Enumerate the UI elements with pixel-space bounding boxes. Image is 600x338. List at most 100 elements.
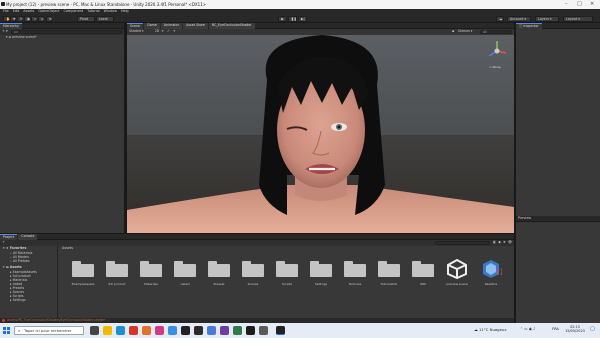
rect-tool-icon[interactable]: ▭ (31, 16, 37, 22)
menu-component[interactable]: Component (63, 9, 83, 13)
gizmos-dropdown[interactable]: Gizmos ▾ (458, 30, 480, 33)
asset-item[interactable]: full product (100, 259, 134, 295)
tab-game[interactable]: Game (144, 22, 160, 29)
app-icon[interactable] (142, 326, 151, 335)
asset-item[interactable]: TutorialInfo (372, 259, 406, 295)
play-button[interactable]: ▶ (278, 16, 287, 22)
asset-store-tab-label: Asset Store (186, 22, 205, 27)
asset-item[interactable]: Textures (338, 259, 372, 295)
app-icon[interactable] (220, 326, 229, 335)
move-tool-icon[interactable]: ✥ (10, 16, 16, 22)
scale-tool-icon[interactable]: ▣ (24, 16, 30, 22)
menu-file[interactable]: File (3, 9, 9, 13)
tab-scene[interactable]: Scene (127, 22, 144, 29)
gizmos-label: Gizmos (458, 29, 470, 34)
account-dropdown[interactable]: Account ▾ (507, 16, 531, 22)
asset-item[interactable]: Scripts (270, 259, 304, 295)
perspective-label[interactable]: < Persp (489, 66, 501, 69)
taskbar-search-input[interactable]: ⌕ Taper ici pour rechercher (14, 326, 84, 335)
shading-mode-dropdown[interactable]: Shaded ▾ (129, 30, 153, 33)
app-icon[interactable] (246, 326, 255, 335)
transform-tool-icon[interactable]: ◎ (38, 16, 44, 22)
asset-item[interactable]: preview scene (440, 259, 474, 295)
tab-hierarchy[interactable]: Hierarchy (0, 22, 22, 29)
notification-icon[interactable]: ▢ (590, 327, 595, 332)
asset-item[interactable]: Materials (134, 259, 168, 295)
pivot-toggle[interactable]: Pivot (77, 16, 95, 22)
app-icon[interactable] (207, 326, 216, 335)
asset-item[interactable]: URP (406, 259, 440, 295)
favorites-header[interactable]: ▾ ★ Favorites (3, 246, 26, 250)
asset-item[interactable]: Presets (202, 259, 236, 295)
app-icon[interactable] (194, 326, 203, 335)
tab-project[interactable]: Project (0, 233, 18, 240)
tab-shader[interactable]: RC_EyeOcclusionShader (208, 22, 255, 29)
tree-folder[interactable]: ▸ Settings (10, 298, 26, 302)
2d-toggle[interactable]: 2D (153, 30, 161, 33)
task-view-icon[interactable] (90, 326, 99, 335)
hidden-packages-icon[interactable]: 👁 (508, 241, 512, 245)
filter-type-icon[interactable]: ◧ (493, 241, 496, 245)
asset-label: Scripts (281, 282, 293, 286)
effects-toggle-icon[interactable]: ✦ (173, 30, 179, 33)
local-toggle[interactable]: Local (96, 16, 114, 22)
layout-dropdown[interactable]: Layout ▾ (563, 16, 593, 22)
windows-start-icon[interactable] (3, 327, 10, 334)
language-indicator[interactable]: FRA (552, 327, 559, 332)
app-icon[interactable] (233, 326, 242, 335)
clock[interactable]: 02:15 15/05/2023 (565, 325, 585, 334)
app-icon[interactable] (181, 326, 190, 335)
weather-widget[interactable]: ☁ 11°C Nuageux (474, 328, 507, 332)
menu-edit[interactable]: Edit (13, 9, 20, 13)
asset-item[interactable]: Scenes (236, 259, 270, 295)
scene-root-item[interactable]: ▾ ◈ preview scene* (6, 35, 37, 39)
asset-item[interactable]: ExampleAssets (66, 259, 100, 295)
scene-viewport[interactable]: < Persp (127, 35, 514, 233)
edge-icon[interactable] (116, 326, 125, 335)
file-explorer-icon[interactable] (103, 326, 112, 335)
favorite-star-icon[interactable]: ★ (503, 241, 506, 245)
tab-inspector[interactable]: ⓘ Inspector (516, 22, 542, 29)
tab-console[interactable]: Console (18, 233, 38, 240)
app-icon[interactable] (129, 326, 138, 335)
app-icon[interactable] (155, 326, 164, 335)
custom-tool-icon[interactable]: ⚙ (46, 16, 52, 22)
menu-window[interactable]: Window (104, 9, 117, 13)
project-search-input[interactable] (435, 241, 491, 245)
filter-label-icon[interactable]: ◆ (498, 241, 501, 245)
project-create-button[interactable]: + (2, 241, 5, 245)
asset-item[interactable]: {} Readme (474, 259, 508, 295)
scene-search-input[interactable]: All (480, 30, 512, 34)
layers-label: Layers (538, 17, 549, 21)
assets-breadcrumb[interactable]: Assets (62, 246, 73, 250)
tab-asset-store[interactable]: Asset Store (183, 22, 208, 29)
favorite-item[interactable]: ⌕ All Prefabs (10, 259, 30, 263)
asset-item[interactable]: Settings (304, 259, 338, 295)
menu-help[interactable]: Help (121, 9, 129, 13)
scene-view-panel: Scene Game Animator Asset Store RC_EyeOc… (127, 22, 514, 233)
status-message[interactable]: Assets/RC_EyeOcclusion/Shaders/EyeOcclus… (7, 318, 110, 322)
maximize-icon[interactable]: □ (577, 2, 582, 7)
hand-tool-icon[interactable]: ✋ (3, 16, 10, 22)
collab-icon[interactable]: ☁ (496, 16, 504, 22)
tray-icons[interactable]: ⌃ ▭ ◉ ♪ (520, 327, 535, 332)
unity-taskbar-icon[interactable] (276, 326, 285, 335)
orientation-gizmo[interactable] (485, 39, 509, 63)
pause-button[interactable]: ❚❚ (288, 16, 297, 22)
tab-animator[interactable]: Animator (160, 22, 183, 29)
rotate-tool-icon[interactable]: ↻ (17, 16, 23, 22)
assets-root[interactable]: ▾ ▬ Assets (3, 265, 22, 269)
menu-gameobject[interactable]: GameObject (38, 9, 59, 13)
step-button[interactable]: ▶| (298, 16, 307, 22)
menu-tutorial[interactable]: Tutorial (87, 9, 99, 13)
app-icon[interactable] (259, 326, 268, 335)
layout-label: Layout (566, 17, 578, 21)
app-icon[interactable] (168, 326, 177, 335)
create-button[interactable]: + ▾ (2, 30, 8, 34)
layers-dropdown[interactable]: Layers ▾ (535, 16, 559, 22)
menu-assets[interactable]: Assets (23, 9, 34, 13)
asset-item[interactable]: naked (168, 259, 202, 295)
minimize-icon[interactable]: – (565, 2, 568, 7)
hierarchy-search-input[interactable]: All (10, 30, 122, 34)
close-icon[interactable]: × (590, 2, 594, 7)
